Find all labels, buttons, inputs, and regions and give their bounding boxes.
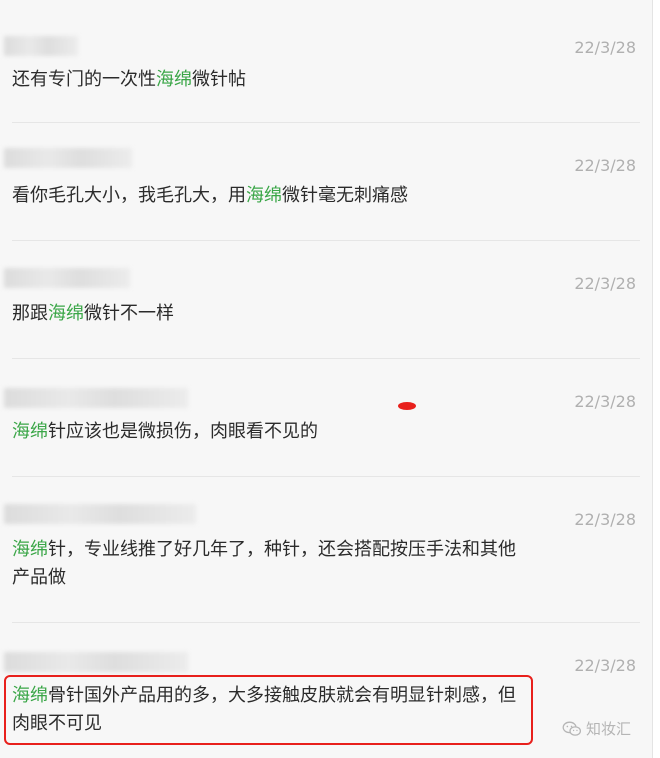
annotation-dot bbox=[398, 402, 416, 410]
comment-item: 22/3/28 海绵针应该也是微损伤，肉眼看不见的 bbox=[0, 358, 652, 476]
comment-list: 22/3/28 还有专门的一次性海绵微针帖 22/3/28 看你毛孔大小，我毛孔… bbox=[0, 0, 653, 758]
comment-date: 22/3/28 bbox=[574, 510, 636, 529]
text-segment: 看你毛孔大小，我毛孔大，用 bbox=[12, 185, 246, 206]
comment-item: 22/3/28 看你毛孔大小，我毛孔大，用海绵微针毫无刺痛感 bbox=[0, 122, 652, 240]
username-blurred bbox=[4, 504, 196, 524]
username-blurred bbox=[4, 652, 188, 672]
username-blurred bbox=[4, 268, 130, 288]
comment-date: 22/3/28 bbox=[574, 656, 636, 675]
annotation-highlight-box bbox=[4, 675, 533, 745]
comment-text: 那跟海绵微针不一样 bbox=[12, 300, 532, 328]
watermark: 知妆汇 bbox=[562, 718, 631, 739]
watermark-text: 知妆汇 bbox=[586, 720, 632, 738]
comment-date: 22/3/28 bbox=[574, 38, 636, 57]
comment-text: 海绵针应该也是微损伤，肉眼看不见的 bbox=[12, 418, 532, 446]
comment-date: 22/3/28 bbox=[574, 274, 636, 293]
comment-item: 22/3/28 海绵针，专业线推了好几年了，种针，还会搭配按压手法和其他产品做 bbox=[0, 476, 652, 622]
comment-date: 22/3/28 bbox=[574, 156, 636, 175]
text-segment: 微针毫无刺痛感 bbox=[282, 185, 408, 206]
username-blurred bbox=[4, 388, 188, 408]
text-segment: 微针不一样 bbox=[84, 303, 174, 324]
wechat-icon bbox=[562, 721, 582, 736]
highlighted-keyword: 海绵 bbox=[12, 421, 48, 442]
text-segment: 还有专门的一次性 bbox=[12, 69, 156, 90]
comment-item: 22/3/28 还有专门的一次性海绵微针帖 bbox=[0, 0, 652, 120]
text-segment: 微针帖 bbox=[192, 69, 246, 90]
highlighted-keyword: 海绵 bbox=[48, 303, 84, 324]
comment-text: 海绵针，专业线推了好几年了，种针，还会搭配按压手法和其他产品做 bbox=[12, 536, 532, 592]
highlighted-keyword: 海绵 bbox=[156, 69, 192, 90]
text-segment: 那跟 bbox=[12, 303, 48, 324]
comment-text: 看你毛孔大小，我毛孔大，用海绵微针毫无刺痛感 bbox=[12, 182, 532, 210]
highlighted-keyword: 海绵 bbox=[246, 185, 282, 206]
highlighted-keyword: 海绵 bbox=[12, 539, 48, 560]
username-blurred bbox=[4, 148, 132, 168]
comment-item: 22/3/28 那跟海绵微针不一样 bbox=[0, 240, 652, 358]
text-segment: 针，专业线推了好几年了，种针，还会搭配按压手法和其他产品做 bbox=[12, 539, 516, 588]
username-blurred bbox=[4, 36, 78, 56]
comment-date: 22/3/28 bbox=[574, 392, 636, 411]
text-segment: 针应该也是微损伤，肉眼看不见的 bbox=[48, 421, 318, 442]
comment-text: 还有专门的一次性海绵微针帖 bbox=[12, 66, 532, 94]
